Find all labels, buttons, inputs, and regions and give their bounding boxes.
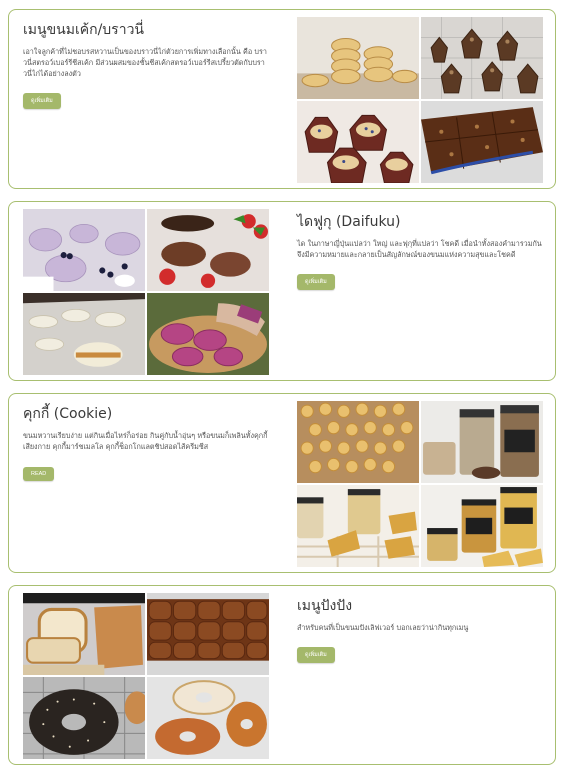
card-text: ไดฟูกุ (Daifuku) ได ในภาษาญี่ปุ่นแปลว่า … (297, 212, 547, 291)
brownie-cupcakes-image[interactable] (421, 17, 543, 99)
menu-card-cookie: คุกกี้ (Cookie) ขนมหวานเรียบง่าย แต่กินเ… (8, 393, 556, 573)
cookie-jar-open-image[interactable] (297, 485, 419, 567)
card-title: เมนูปังปัง (297, 598, 353, 614)
plain-bagels-image[interactable] (147, 677, 269, 759)
scones-stack-image[interactable] (297, 17, 419, 99)
card-text: เมนูปังปัง สำหรับคนที่เป็นขนมปังเลิฟเวอร… (297, 596, 547, 663)
menu-card-cake-brownie: เมนูขนมเค้ก/บราวนี่ เอาใจลูกค้าที่ไม่ชอบ… (8, 9, 556, 189)
card-text: เมนูขนมเค้ก/บราวนี่ เอาใจลูกค้าที่ไม่ชอบ… (23, 20, 273, 110)
menu-card-daifuku: ไดฟูกุ (Daifuku) ได ในภาษาญี่ปุ่นแปลว่า … (8, 201, 556, 381)
see-more-button[interactable]: ดูเพิ่มเติม (23, 93, 61, 110)
card-image-grid (297, 17, 543, 183)
sesame-bagel-image[interactable] (23, 677, 145, 759)
butter-cookies-image[interactable] (297, 401, 419, 483)
card-description: เอาใจลูกค้าที่ไม่ชอบรสหวานเป็นของบราวนี่… (23, 46, 267, 79)
card-title: คุกกี้ (Cookie) (23, 406, 113, 422)
brownie-tray-image[interactable] (421, 101, 543, 183)
card-description: สำหรับคนที่เป็นขนมปังเลิฟเวอร์ บอกเลยว่า… (297, 622, 469, 632)
daifuku-chocolate-image[interactable] (147, 209, 269, 291)
see-more-button[interactable]: ดูเพิ่มเติม (297, 274, 335, 291)
daifuku-white-image[interactable] (23, 293, 145, 375)
see-more-button[interactable]: ดูเพิ่มเติม (297, 646, 335, 663)
card-image-grid (23, 209, 269, 375)
muffins-image[interactable] (297, 101, 419, 183)
card-description: ขนมหวานเรียบง่าย แต่กินเมื่อไหร่ก็อร่อย … (23, 430, 268, 451)
read-button[interactable]: READ (23, 467, 55, 482)
card-title: เมนูขนมเค้ก/บราวนี่ (23, 22, 144, 38)
daifuku-blueberry-image[interactable] (23, 209, 145, 291)
dinner-rolls-image[interactable] (147, 593, 269, 675)
cookie-jars-image[interactable] (421, 401, 543, 483)
card-text: คุกกี้ (Cookie) ขนมหวานเรียบง่าย แต่กินเ… (23, 404, 273, 482)
sliced-bread-image[interactable] (23, 593, 145, 675)
card-description: ได ในภาษาญี่ปุ่นแปลว่า ใหญ่ และฟุกุที่แป… (297, 238, 542, 259)
card-image-grid (297, 401, 543, 567)
card-title: ไดฟูกุ (Daifuku) (297, 214, 401, 230)
card-image-grid (23, 593, 269, 759)
daifuku-purple-image[interactable] (147, 293, 269, 375)
menu-card-bread: เมนูปังปัง สำหรับคนที่เป็นขนมปังเลิฟเวอร… (8, 585, 556, 765)
premium-cookie-jars-image[interactable] (421, 485, 543, 567)
